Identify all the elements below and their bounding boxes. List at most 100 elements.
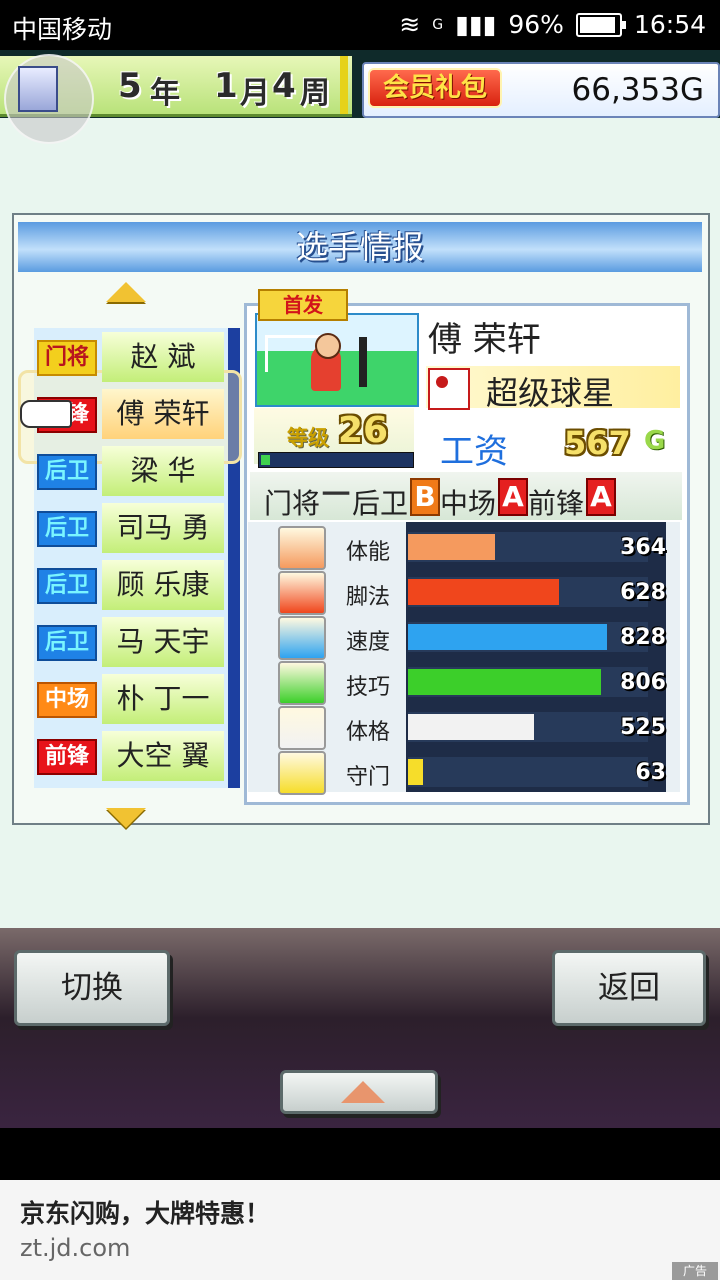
stat-label: 守门 — [346, 765, 391, 790]
player-list-name: 司马 勇 — [102, 503, 224, 553]
player-list-name: 马 天宇 — [102, 617, 224, 667]
scroll-up-arrow[interactable] — [106, 282, 146, 302]
stat-label: 技巧 — [346, 675, 391, 700]
date-year: 5 — [118, 66, 142, 106]
position-badge: 后卫 — [37, 454, 97, 490]
player-list-item[interactable]: 后卫顾 乐康 — [34, 558, 226, 610]
aptitude-grade: A — [586, 478, 616, 516]
position-badge: 后卫 — [37, 625, 97, 661]
stat-bar-fill — [408, 714, 534, 740]
level-value: 26 — [338, 410, 389, 451]
player-list-name: 赵 斌 — [102, 332, 224, 382]
aptitude-label: 后卫 — [352, 487, 409, 520]
chevron-up-icon — [341, 1081, 385, 1103]
stat-value: 628 — [620, 580, 666, 605]
aptitude-grade: 一 — [322, 478, 351, 511]
date-week: 4 — [272, 66, 296, 106]
muscle-icon — [278, 706, 326, 750]
boot-icon — [278, 571, 326, 615]
glove-icon — [278, 751, 326, 795]
position-badge: 后卫 — [37, 568, 97, 604]
player-list-item[interactable]: 门将赵 斌 — [34, 330, 226, 382]
stat-value: 364 — [620, 535, 666, 560]
experience-fill — [261, 455, 270, 465]
status-bar: 中国移动 ≋ G ▮▮▮ 96% 16:54 — [0, 0, 720, 50]
position-badge: 前锋 — [37, 739, 97, 775]
salary-value: 567 — [564, 424, 631, 462]
player-list-name: 梁 华 — [102, 446, 224, 496]
stat-label: 脚法 — [346, 585, 391, 610]
stat-value: 525 — [620, 715, 666, 740]
post-icon — [359, 337, 367, 387]
player-list-item[interactable]: 前锋 大空 翼 — [34, 729, 226, 781]
stat-value: 63 — [635, 760, 666, 785]
stat-bar-fill — [408, 579, 559, 605]
player-list-item[interactable]: 后卫 司马 勇 — [34, 501, 226, 553]
back-button[interactable]: 返回 — [552, 950, 706, 1026]
network-type: G — [432, 16, 444, 33]
date-month: 1 — [214, 66, 238, 106]
salary-unit: G — [644, 426, 666, 456]
scroll-down-arrow[interactable] — [106, 808, 146, 828]
ad-divider — [0, 1128, 720, 1180]
aptitude-label: 中场 — [440, 487, 497, 520]
aptitude-grade: B — [410, 478, 440, 516]
stat-label: 速度 — [346, 630, 391, 655]
player-list-name: 朴 丁一 — [102, 674, 224, 724]
member-pack-button[interactable]: 会员礼包 — [368, 68, 502, 108]
money-amount: 66,353G — [571, 72, 705, 108]
player-title: 超级球星 — [486, 374, 615, 412]
player-portrait — [255, 313, 419, 407]
avatar-image — [18, 66, 58, 112]
date-month-unit: 月 — [240, 76, 270, 111]
player-list-item[interactable]: 后卫马 天宇 — [34, 615, 226, 667]
carrier-label: 中国移动 — [12, 15, 113, 44]
signal-icon: ▮▮▮ — [455, 10, 497, 39]
position-badge: 门将 — [37, 340, 97, 376]
aptitude-label: 前锋 — [528, 487, 585, 520]
aptitude-label: 门将 — [264, 487, 321, 520]
stat-bar-fill — [408, 624, 607, 650]
switch-button[interactable]: 切换 — [14, 950, 170, 1026]
position-badge: 后卫 — [37, 511, 97, 547]
expand-menu-button[interactable] — [280, 1070, 438, 1114]
player-name: 傅 荣轩 — [428, 320, 541, 360]
running-icon — [278, 616, 326, 660]
player-list-name: 顾 乐康 — [102, 560, 224, 610]
experience-bar — [258, 452, 414, 468]
stat-bar-fill — [408, 534, 495, 560]
battery-icon — [278, 526, 326, 570]
battery-icon — [575, 12, 626, 37]
player-list-name: 傅 荣轩 — [102, 389, 224, 439]
stat-bar-fill — [408, 759, 423, 785]
ad-url[interactable]: zt.jd.com — [20, 1234, 130, 1262]
status-icons: ≋ G ▮▮▮ 96% 16:54 — [399, 10, 706, 39]
wifi-icon: ≋ — [399, 10, 421, 39]
header-divider — [340, 56, 348, 114]
ad-title[interactable]: 京东闪购，大牌特惠！ — [20, 1194, 270, 1230]
position-badge: 中场 — [37, 682, 97, 718]
stat-label: 体能 — [346, 540, 391, 565]
stat-label: 体格 — [346, 720, 391, 745]
date-week-unit: 周 — [300, 76, 330, 111]
player-head — [315, 333, 341, 359]
ad-tag: 广告 — [672, 1262, 718, 1280]
stat-value: 806 — [620, 670, 666, 695]
aptitude-grade: A — [498, 478, 528, 516]
starter-badge: 首发 — [258, 289, 348, 321]
stat-value: 828 — [620, 625, 666, 650]
clock: 16:54 — [633, 10, 706, 39]
dribble-icon — [278, 661, 326, 705]
player-list-item[interactable]: 后卫梁 华 — [34, 444, 226, 496]
player-list-item[interactable]: 中场朴 丁一 — [34, 672, 226, 724]
level-label: 等级 — [287, 426, 329, 450]
team-avatar[interactable] — [4, 54, 94, 144]
pointer-hand-icon — [20, 400, 72, 428]
player-list-name: 大空 翼 — [102, 731, 224, 781]
salary-label: 工资 — [440, 432, 508, 472]
superstar-icon — [428, 368, 470, 410]
date-year-unit: 年 — [150, 76, 180, 111]
stat-bar-fill — [408, 669, 601, 695]
battery-percent: 96% — [508, 10, 564, 39]
stats-track-area — [406, 522, 666, 792]
